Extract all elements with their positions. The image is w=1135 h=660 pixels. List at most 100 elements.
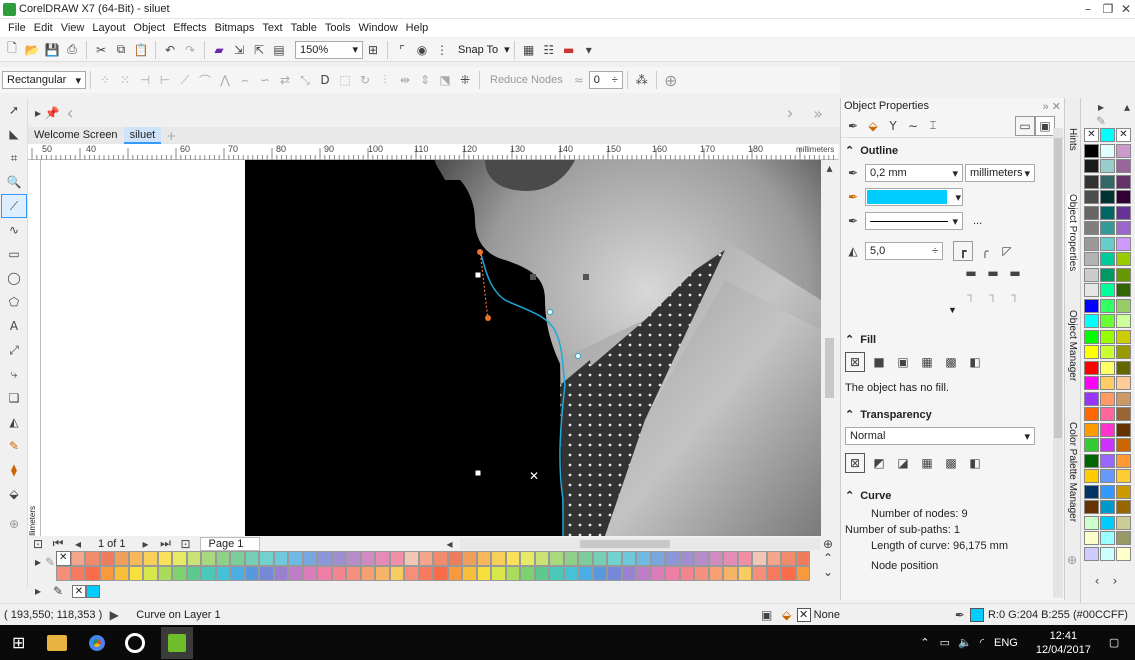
options-icon[interactable]: ▦ [519,40,539,60]
crop-tool-icon[interactable]: ⌗ [1,146,27,170]
palette-swatch[interactable] [1084,515,1099,530]
pattern-transparency-icon[interactable]: ▦ [917,453,937,473]
texture-transparency-icon[interactable]: ▩ [941,453,961,473]
color-swatch[interactable] [636,551,651,566]
new-document-icon[interactable]: 🗋 [2,40,22,60]
tab-welcome-screen[interactable]: Welcome Screen [28,127,124,144]
palette-scroll-up-icon[interactable]: ▴ [1117,100,1135,114]
palette-swatch[interactable] [1100,190,1115,204]
drop-shadow-icon[interactable]: ❏ [1,386,27,410]
color-swatch[interactable] [201,566,216,581]
palette-swatch[interactable] [1116,298,1131,313]
color-swatch[interactable] [549,551,564,566]
round-join-icon[interactable]: ╭ [975,241,995,261]
position-outside-icon[interactable]: ┐ [961,285,981,305]
color-swatch[interactable] [99,551,114,566]
palette-swatch[interactable] [1100,252,1115,266]
palette-swatch[interactable]: ✕ [1084,128,1099,142]
file-explorer-icon[interactable] [47,634,68,651]
color-swatch[interactable] [375,551,390,566]
reverse-direction-icon[interactable]: ⇄ [275,70,295,90]
color-proof-icon[interactable]: ▣ [757,605,777,625]
palette-swatch[interactable] [1116,391,1131,406]
palette-swatch[interactable] [1100,469,1115,483]
color-swatch[interactable] [317,551,332,566]
vertical-ruler[interactable]: millimeters [28,160,41,544]
palette-swatch[interactable] [1084,267,1099,282]
palette-swatch[interactable] [1100,221,1115,235]
palette-swatch[interactable] [1084,236,1099,251]
palette-swatch[interactable] [1100,531,1115,545]
palette-swatches[interactable]: ✕ ✕ [1084,128,1134,568]
palette-swatch[interactable] [1116,500,1131,514]
color-swatch[interactable] [389,566,404,581]
color-swatch[interactable] [302,551,317,566]
import-icon[interactable]: ⇲ [229,40,249,60]
color-swatch[interactable] [708,566,723,581]
palette-swatch[interactable] [1100,329,1115,344]
color-swatch[interactable] [288,566,303,581]
menu-view[interactable]: View [61,22,85,34]
expand-more-icon[interactable]: ▼ [841,305,1064,315]
palette-swatch[interactable] [1100,283,1115,297]
last-page-icon[interactable]: ⏭ [156,536,176,551]
color-swatch[interactable] [70,566,85,581]
add-page-icon[interactable]: ⊡ [28,537,48,551]
palette-eyedropper-icon[interactable]: ✎ [48,584,68,598]
volume-icon[interactable]: 🔈 [958,636,972,649]
color-swatch[interactable] [781,566,796,581]
export-icon[interactable]: ⇱ [249,40,269,60]
target-app-icon[interactable] [125,632,146,653]
add-docker-icon[interactable]: ⊕ [1062,550,1082,570]
texture-fill-icon[interactable]: ▩ [941,352,961,372]
palette-swatch[interactable] [1116,453,1131,468]
line-cap-square-icon[interactable]: ▬ [1005,263,1025,283]
interactive-fill-icon[interactable]: ⧫ [1,458,27,482]
color-swatch[interactable] [85,566,100,581]
color-swatch[interactable] [578,551,593,566]
palette-swatch[interactable] [1084,546,1099,561]
miter-limit-input[interactable]: 5,0 ÷ [865,242,943,260]
palette-swatch[interactable] [1084,205,1099,220]
palette-swatch[interactable] [1116,438,1131,452]
color-swatch[interactable] [665,566,680,581]
fill-section-header[interactable]: ⌃ Fill [845,333,1064,347]
color-swatch[interactable] [128,551,143,566]
color-swatch[interactable] [737,566,752,581]
color-swatch[interactable] [346,551,361,566]
previous-page-icon[interactable]: ◂ [68,537,88,551]
palette-swatch[interactable] [1084,252,1099,266]
palette-swatch[interactable] [1116,376,1131,390]
color-swatch[interactable] [230,566,245,581]
join-nodes-icon[interactable]: ⊣ [135,70,155,90]
color-swatch[interactable] [172,551,187,566]
color-swatch[interactable] [128,566,143,581]
color-swatch[interactable] [650,566,665,581]
elastic-mode-icon[interactable]: ⬔ [435,70,455,90]
color-swatch[interactable] [636,566,651,581]
palette-swatch[interactable]: ✕ [1116,128,1131,142]
color-swatch[interactable] [694,551,709,566]
color-swatch[interactable] [215,551,230,566]
extract-subpath-icon[interactable]: D [315,70,335,90]
palette-swatch[interactable] [1084,174,1099,189]
color-swatch[interactable] [592,566,607,581]
guidelines-icon[interactable]: ⋮ [432,40,452,60]
palette-swatch[interactable] [1116,360,1131,375]
reduce-nodes-button[interactable]: Reduce Nodes [490,74,563,86]
palette-swatch[interactable] [1084,298,1099,313]
color-swatch[interactable] [621,566,636,581]
palette-swatch[interactable] [1084,376,1099,390]
palette-swatch[interactable] [1100,236,1115,251]
mirror-vertical-icon[interactable]: ⇕ [415,70,435,90]
docker-scrollbar[interactable] [1053,128,1063,598]
palette-swatch[interactable] [1100,360,1115,375]
two-color-transparency-icon[interactable]: ◧ [965,453,985,473]
transparency-tool-icon[interactable]: ◭ [1,410,27,434]
more-tabs-icon[interactable]: » [808,103,828,123]
no-color-swatch[interactable]: ✕ [56,551,71,566]
smart-fill-icon[interactable]: ⬙ [1,482,27,506]
delete-node-icon[interactable]: ⁙ [115,70,135,90]
select-all-nodes-icon[interactable]: ⁜ [455,70,475,90]
show-grid-icon[interactable]: ◉ [412,40,432,60]
